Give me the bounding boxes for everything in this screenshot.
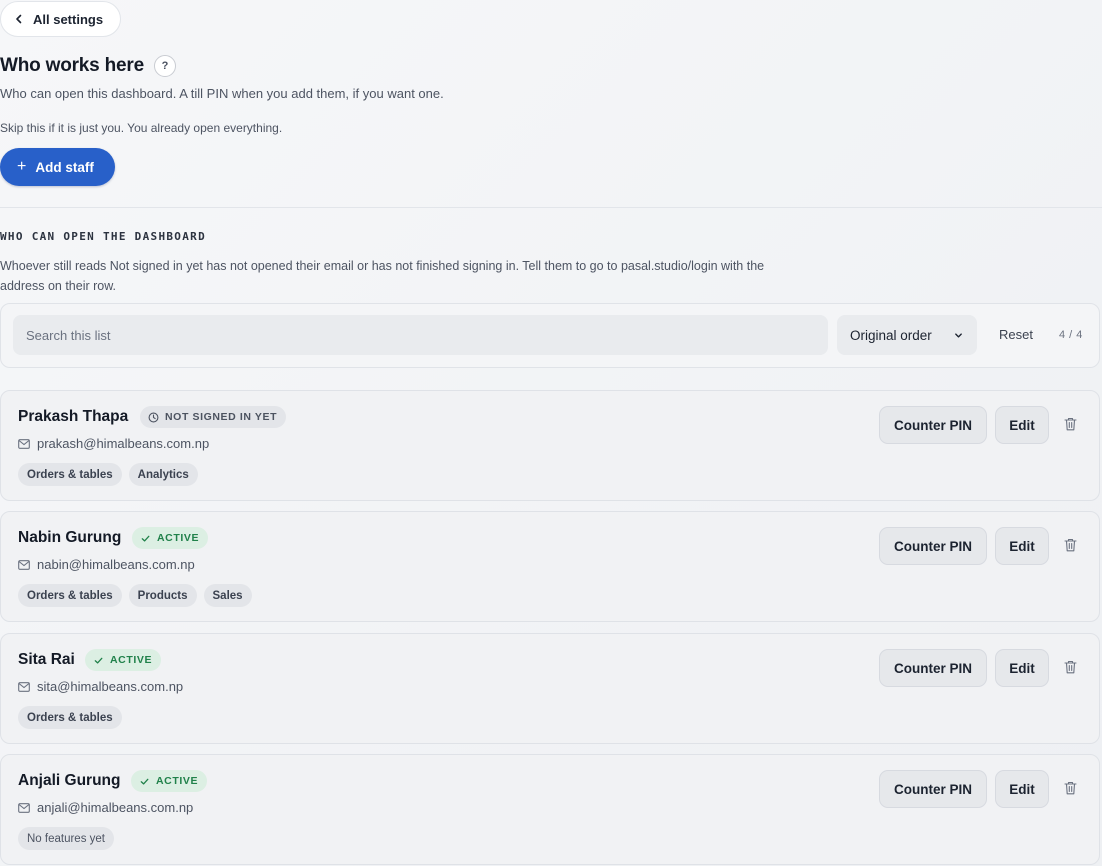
counter-pin-button[interactable]: Counter PIN: [879, 527, 987, 565]
delete-button[interactable]: [1059, 655, 1081, 679]
status-badge-label: ACTIVE: [156, 775, 199, 787]
list-toolbar: Original order Reset 4 / 4: [0, 303, 1100, 368]
delete-button[interactable]: [1059, 776, 1081, 800]
feature-tag: Products: [128, 584, 197, 607]
title-row: Who works here ?: [0, 55, 176, 77]
edit-button[interactable]: Edit: [995, 406, 1049, 444]
result-count: 4 / 4: [1059, 329, 1083, 341]
edit-button[interactable]: Edit: [995, 649, 1049, 687]
check-icon: [140, 778, 149, 785]
section-label: WHO CAN OPEN THE DASHBOARD: [0, 230, 206, 243]
staff-email-row: prakash@himalbeans.com.np: [18, 436, 209, 451]
edit-button[interactable]: Edit: [995, 527, 1049, 565]
staff-name: Sita Rai: [18, 651, 75, 668]
status-badge: ACTIVE: [85, 649, 162, 671]
status-badge: ACTIVE: [131, 770, 208, 792]
delete-button[interactable]: [1059, 533, 1081, 557]
status-badge-label: NOT SIGNED IN YET: [165, 411, 278, 423]
reset-button[interactable]: Reset: [999, 327, 1033, 342]
staff-email-row: sita@himalbeans.com.np: [18, 679, 183, 694]
mail-icon: [18, 802, 30, 813]
counter-pin-button[interactable]: Counter PIN: [879, 770, 987, 808]
trash-icon: [1063, 538, 1077, 552]
back-button-label: All settings: [33, 11, 104, 27]
feature-tag: Analytics: [128, 463, 198, 486]
status-badge: NOT SIGNED IN YET: [140, 406, 287, 428]
help-icon[interactable]: ?: [153, 55, 176, 77]
check-icon: [94, 657, 103, 664]
sort-select[interactable]: Original order: [837, 315, 977, 355]
mail-icon: [18, 438, 30, 449]
feature-tag: Orders & tables: [18, 463, 122, 486]
staff-email: nabin@himalbeans.com.np: [37, 557, 195, 572]
trash-icon: [1063, 660, 1077, 674]
page-title: Who works here: [0, 55, 144, 76]
staff-card: Prakash Thapa NOT SIGNED IN YET prakash@…: [0, 390, 1100, 501]
staff-name: Nabin Gurung: [18, 529, 122, 546]
mail-icon: [18, 681, 30, 692]
check-icon: [141, 535, 150, 542]
mail-icon: [18, 559, 30, 570]
counter-pin-button[interactable]: Counter PIN: [879, 649, 987, 687]
trash-icon: [1063, 781, 1077, 795]
feature-tags: No features yet: [18, 827, 114, 850]
staff-card: Nabin Gurung ACTIVE nabin@himalbeans.com…: [0, 511, 1100, 622]
feature-tag: Orders & tables: [18, 706, 122, 729]
clock-icon: [148, 412, 159, 422]
feature-tag: No features yet: [18, 827, 114, 850]
chevron-left-icon: [16, 14, 22, 24]
plus-icon: +: [17, 158, 27, 175]
staff-name: Prakash Thapa: [18, 408, 129, 425]
staff-name: Anjali Gurung: [18, 772, 121, 789]
status-badge-label: ACTIVE: [157, 532, 200, 544]
staff-email-row: anjali@himalbeans.com.np: [18, 800, 193, 815]
staff-card: Anjali Gurung ACTIVE anjali@himalbeans.c…: [0, 754, 1100, 865]
page-subtitle: Who can open this dashboard. A till PIN …: [0, 86, 444, 101]
staff-email: anjali@himalbeans.com.np: [37, 800, 194, 815]
status-badge-label: ACTIVE: [110, 654, 153, 666]
staff-card: Sita Rai ACTIVE sita@himalbeans.com.np O…: [0, 633, 1100, 744]
sort-select-value: Original order: [850, 327, 932, 343]
edit-button[interactable]: Edit: [995, 770, 1049, 808]
page-hint: Skip this if it is just you. You already…: [0, 121, 283, 135]
staff-email-row: nabin@himalbeans.com.np: [18, 557, 195, 572]
section-description: Whoever still reads Not signed in yet ha…: [0, 259, 765, 293]
search-input[interactable]: [13, 315, 828, 355]
feature-tags: Orders & tables: [18, 706, 122, 729]
trash-icon: [1063, 417, 1077, 431]
section-divider: [0, 207, 1102, 208]
feature-tags: Orders & tables Products Sales: [18, 584, 252, 607]
feature-tags: Orders & tables Analytics: [18, 463, 198, 486]
status-badge: ACTIVE: [132, 527, 209, 549]
feature-tag: Orders & tables: [18, 584, 122, 607]
back-to-all-settings-button[interactable]: All settings: [0, 1, 121, 37]
chevron-down-icon: [955, 333, 962, 338]
delete-button[interactable]: [1059, 412, 1081, 436]
add-staff-label: Add staff: [35, 159, 94, 175]
counter-pin-button[interactable]: Counter PIN: [879, 406, 987, 444]
staff-email: sita@himalbeans.com.np: [37, 679, 184, 694]
staff-email: prakash@himalbeans.com.np: [37, 436, 210, 451]
add-staff-button[interactable]: + Add staff: [0, 148, 115, 186]
feature-tag: Sales: [203, 584, 252, 607]
